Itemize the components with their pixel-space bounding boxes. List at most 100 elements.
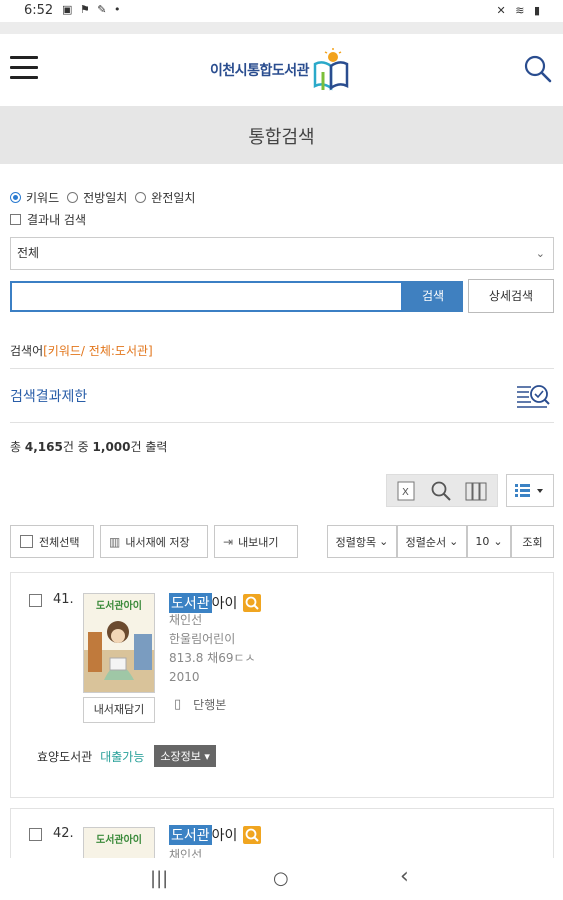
radio-prefix-label[interactable]: 전방일치 [83, 189, 127, 206]
book-title[interactable]: 도서관 아이 [169, 593, 262, 613]
app-header: 이천시통합도서관 [0, 34, 563, 106]
scope-select[interactable]: 전체 ⌄ [10, 237, 554, 270]
home-icon[interactable]: ○ [273, 868, 289, 889]
radio-prefix[interactable] [67, 191, 79, 203]
cover-illustration [84, 621, 154, 692]
query-summary: 검색어[키워드/ 전체:도서관] [10, 342, 153, 359]
export-label: 내보내기 [238, 535, 279, 549]
export-icon: ⇥ [223, 534, 234, 549]
recent-apps-icon[interactable]: ||| [150, 868, 168, 889]
radio-keyword-label[interactable]: 키워드 [26, 189, 59, 206]
book-callno: 813.8 채69ㄷㅅ [169, 651, 256, 665]
book-title[interactable]: 도서관 아이 [169, 825, 262, 845]
shelf-icon: ▥ [109, 534, 121, 549]
excel-icon[interactable]: X [395, 480, 417, 502]
preview-search-icon[interactable] [243, 594, 262, 612]
cover-title: 도서관아이 [96, 835, 142, 846]
page-title-bar: 통합검색 [0, 106, 563, 164]
page-size-select[interactable]: 10 ⌄ [467, 525, 511, 558]
title-highlight: 도서관 [169, 825, 212, 845]
status-right-icons: ✕ ≋ ▮ [497, 4, 544, 17]
detail-search-button[interactable]: 상세검색 [468, 279, 554, 313]
chevron-down-icon: ⌄ [449, 535, 459, 548]
book-year: 2010 [169, 670, 200, 684]
result-tools: X [386, 474, 498, 507]
count-total: 4,165 [24, 440, 63, 454]
result-number: 42. [53, 826, 74, 841]
divider [10, 368, 554, 369]
search-input[interactable] [10, 281, 403, 312]
book-cover[interactable]: 도서관아이 [83, 593, 155, 693]
holding-library: 효양도서관 [37, 749, 93, 764]
book-publisher: 한울림어린이 [169, 632, 236, 646]
logo-book-icon [313, 48, 349, 91]
export-button[interactable]: ⇥ 내보내기 [214, 525, 298, 558]
tool-icon: ✎ [97, 3, 109, 16]
chevron-down-icon: ⌄ [493, 535, 503, 548]
save-shelf-button[interactable]: ▥ 내서재에 저장 [100, 525, 208, 558]
library-logo[interactable]: 이천시통합도서관 [210, 48, 353, 92]
book-type-label: 단행본 [193, 698, 227, 712]
search-icon[interactable] [523, 54, 553, 84]
filter-search-icon[interactable] [515, 380, 551, 410]
page-title: 통합검색 [248, 127, 315, 148]
book-meta: 채인선 한울림어린이 813.8 채69ㄷㅅ 2010 [169, 611, 256, 687]
status-time: 6:52 [24, 3, 54, 18]
holding-info-button[interactable]: 소장정보 ▾ [154, 745, 216, 767]
result-checkbox[interactable] [29, 594, 42, 607]
title-rest: 아이 [211, 828, 238, 844]
sort-field-value: 정렬항목 [335, 535, 377, 549]
count-prefix: 총 [10, 440, 25, 454]
mute-icon: ✕ [496, 4, 509, 17]
search-button[interactable]: 검색 [403, 281, 463, 312]
back-icon[interactable]: ‹ [400, 864, 409, 889]
holding-status: 대출가능 [100, 749, 145, 764]
query-button[interactable]: 조회 [511, 525, 554, 558]
search-in-results-checkbox[interactable] [10, 213, 21, 225]
book-type-icon: ▯ [174, 697, 182, 712]
chevron-down-icon: ⌄ [535, 247, 545, 260]
search-in-results-label[interactable]: 결과내 검색 [27, 211, 86, 228]
dot-icon: • [114, 3, 123, 16]
title-highlight: 도서관 [169, 593, 212, 613]
radio-exact[interactable] [135, 191, 147, 203]
list-view-icon [515, 484, 543, 497]
result-checkbox[interactable] [29, 828, 42, 841]
radio-exact-label[interactable]: 완전일치 [151, 189, 195, 206]
select-all-button[interactable]: 전체선택 [10, 525, 94, 558]
result-count: 총 4,165건 중 1,000건 출력 [10, 438, 167, 455]
book-author: 채인선 [169, 613, 203, 627]
notification-icon: ⚑ [79, 3, 92, 16]
save-to-shelf-button[interactable]: 내서재담기 [83, 697, 155, 723]
gallery-icon: ▣ [62, 3, 75, 16]
result-card: 41. 도서관아이 내서재담기 도서관 아이 채인선 한울림어린이 813.8 … [10, 572, 554, 798]
sort-field-select[interactable]: 정렬항목 ⌄ [327, 525, 397, 558]
book-type: ▯ 단행본 [174, 696, 226, 713]
hamburger-icon[interactable] [10, 56, 38, 80]
count-middle: 건 중 [62, 440, 93, 454]
select-all-label: 전체선택 [39, 535, 80, 549]
svg-text:X: X [402, 487, 409, 498]
battery-icon: ▮ [533, 4, 543, 17]
status-bar: 6:52 ▣ ⚑ ✎ • ✕ ≋ ▮ [0, 0, 563, 22]
magnifier-icon[interactable] [430, 480, 452, 502]
search-in-results: 결과내 검색 [10, 210, 86, 228]
sort-order-select[interactable]: 정렬순서 ⌄ [397, 525, 467, 558]
result-limit-link[interactable]: 검색결과제한 [10, 386, 87, 406]
result-number: 41. [53, 592, 74, 607]
preview-search-icon[interactable] [243, 826, 262, 844]
status-left-icons: ▣ ⚑ ✎ • [62, 3, 123, 16]
page-size-value: 10 [475, 535, 490, 548]
radio-keyword[interactable] [10, 191, 21, 203]
select-all-checkbox[interactable] [20, 535, 33, 548]
books-icon[interactable] [465, 480, 487, 502]
query-prefix: 검색어 [10, 344, 44, 358]
logo-text: 이천시통합도서관 [210, 63, 310, 79]
view-toggle-button[interactable] [506, 474, 554, 507]
query-highlight: [키워드/ 전체:도서관] [43, 344, 153, 358]
save-shelf-label: 내서재에 저장 [125, 535, 190, 549]
chevron-down-icon: ⌄ [379, 535, 389, 548]
holding-info: 효양도서관 대출가능 소장정보 ▾ [37, 745, 216, 767]
wifi-icon: ≋ [515, 4, 528, 17]
title-rest: 아이 [211, 596, 238, 612]
